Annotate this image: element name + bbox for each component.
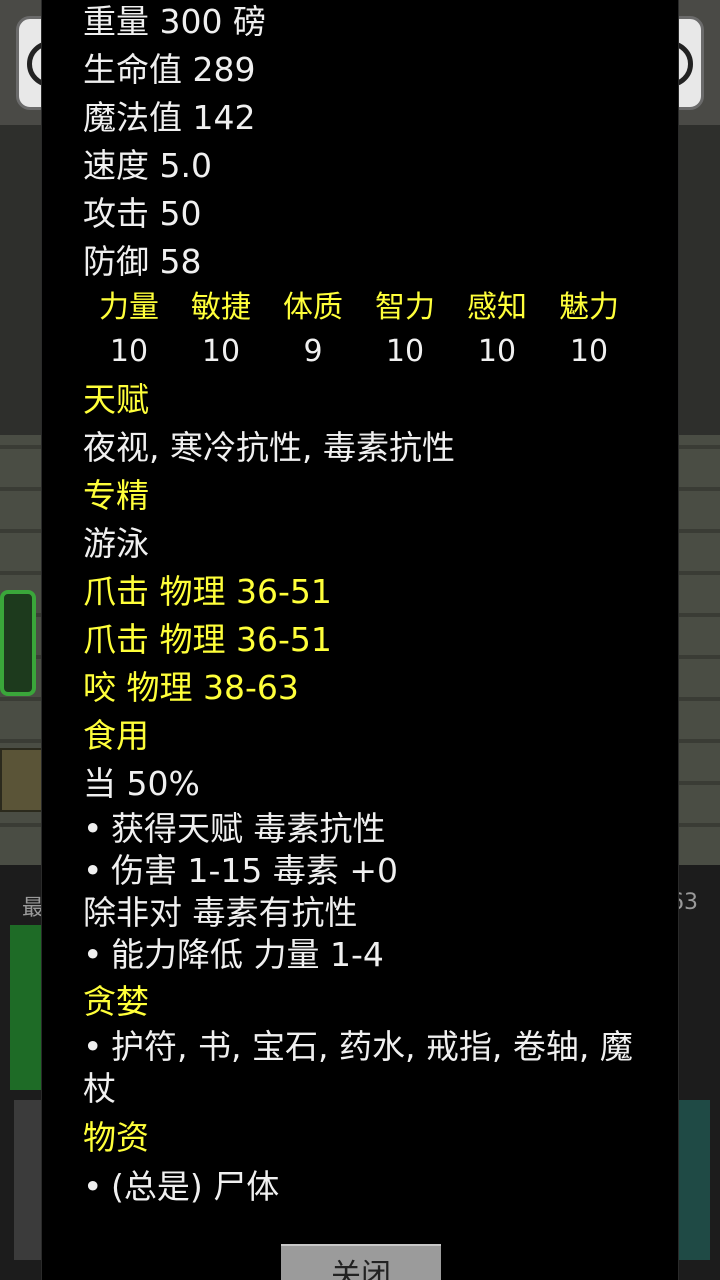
- bullet-dot: •: [83, 851, 103, 890]
- stat-value: 10: [109, 334, 149, 369]
- greed-item: • 护符, 书, 宝石, 药水, 戒指, 卷轴, 魔杖: [83, 1026, 643, 1110]
- dialog-content: 重量 300 磅 生命值 289 魔法值 142 速度 5.0 攻击 50 防御…: [83, 0, 643, 1208]
- eat-effect-item: • 能力降低 力量 1-4: [83, 934, 643, 976]
- stat-intelligence: 智力 10: [359, 286, 451, 374]
- attack-line: 攻击 50: [83, 194, 202, 233]
- stat-value: 10: [385, 334, 425, 369]
- stat-name: 体质: [283, 290, 343, 325]
- eat-chance: 当 50%: [83, 764, 200, 803]
- left-scene-area: [0, 125, 42, 435]
- bullet-dot: •: [83, 1167, 103, 1206]
- stat-charisma: 魅力 10: [543, 286, 635, 374]
- stat-name: 敏捷: [191, 290, 251, 325]
- stat-value: 10: [201, 334, 241, 369]
- right-stone-wall: [678, 435, 720, 865]
- bullet-dot: •: [83, 809, 103, 848]
- health-bar: [10, 925, 44, 1090]
- loot-list: (总是) 尸体: [111, 1167, 280, 1206]
- stat-value: 9: [303, 334, 323, 369]
- stat-perception: 感知 10: [451, 286, 543, 374]
- stat-value: 10: [477, 334, 517, 369]
- stat-strength: 力量 10: [83, 286, 175, 374]
- eat-effect-item: • 伤害 1-15 毒素 +0: [83, 850, 643, 892]
- greed-list: 护符, 书, 宝石, 药水, 戒指, 卷轴, 魔杖: [83, 1027, 633, 1108]
- stat-constitution: 体质 9: [267, 286, 359, 374]
- bullet-dot: •: [83, 935, 103, 974]
- weight-line: 重量 300 磅: [83, 2, 266, 41]
- stat-agility: 敏捷 10: [175, 286, 267, 374]
- door-tile: [0, 748, 44, 812]
- stat-value: 10: [569, 334, 609, 369]
- greed-header: 贪婪: [83, 982, 149, 1021]
- stat-name: 力量: [99, 290, 159, 325]
- spec-header: 专精: [83, 476, 149, 515]
- eat-unless: 除非对 毒素有抗性: [83, 893, 358, 932]
- stat-name: 感知: [467, 290, 527, 325]
- attribute-table: 力量 10 敏捷 10 体质 9 智力 10 感知 10 魅力 10: [83, 286, 643, 376]
- monster-info-dialog: 重量 300 磅 生命值 289 魔法值 142 速度 5.0 攻击 50 防御…: [41, 0, 679, 1280]
- stat-name: 智力: [375, 290, 435, 325]
- eat-effect-text: 伤害 1-15 毒素 +0: [111, 851, 399, 890]
- right-scene-area: [678, 125, 720, 435]
- bottom-right-panel: [676, 1100, 710, 1260]
- eat-effect-text: 获得天赋 毒素抗性: [111, 809, 386, 848]
- eat-effect-text: 能力降低 力量 1-4: [111, 935, 384, 974]
- loot-header: 物资: [83, 1118, 149, 1157]
- eat-header: 食用: [83, 716, 149, 755]
- green-frame[interactable]: [0, 590, 36, 696]
- hp-line: 生命值 289: [83, 50, 256, 89]
- attack-entry: 爪击 物理 36-51: [83, 572, 332, 611]
- attack-entry: 咬 物理 38-63: [83, 668, 299, 707]
- bullet-dot: •: [83, 1027, 103, 1066]
- talent-list: 夜视, 寒冷抗性, 毒素抗性: [83, 428, 455, 467]
- talent-header: 天赋: [83, 380, 149, 419]
- speed-line: 速度 5.0: [83, 146, 212, 185]
- bottom-left-panel: [14, 1100, 44, 1260]
- spec-value: 游泳: [83, 524, 149, 563]
- defense-line: 防御 58: [83, 242, 202, 281]
- eat-effect-item: • 获得天赋 毒素抗性: [83, 808, 643, 850]
- loot-item: • (总是) 尸体: [83, 1166, 643, 1208]
- stat-name: 魅力: [559, 290, 619, 325]
- mp-line: 魔法值 142: [83, 98, 256, 137]
- close-button[interactable]: 关闭: [281, 1244, 441, 1280]
- attack-entry: 爪击 物理 36-51: [83, 620, 332, 659]
